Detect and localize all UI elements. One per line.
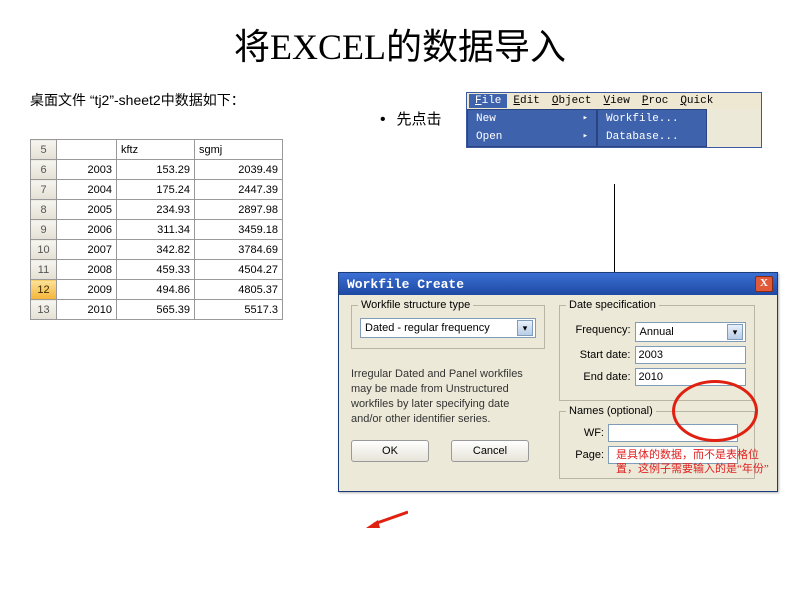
menu-item-open[interactable]: Open▸ xyxy=(468,128,596,146)
row-hdr: 8 xyxy=(31,200,57,220)
cell: 2010 xyxy=(57,300,117,320)
row-hdr: 7 xyxy=(31,180,57,200)
cell: 494.86 xyxy=(117,280,195,300)
ok-button[interactable]: OK xyxy=(351,440,429,462)
menu-item-database[interactable]: Database... xyxy=(598,128,706,146)
menu-item-new[interactable]: New▸ xyxy=(468,110,596,128)
left-column: 桌面文件 “tj2”-sheet2中数据如下： 5 kftz sgmj 6200… xyxy=(30,90,330,320)
close-button[interactable]: X xyxy=(755,276,773,292)
connector-line xyxy=(614,184,615,272)
cell xyxy=(57,140,117,160)
click-label: 先点击 xyxy=(396,111,441,128)
structure-legend: Workfile structure type xyxy=(358,299,473,311)
names-legend: Names (optional) xyxy=(566,405,656,417)
cell: 4504.27 xyxy=(195,260,283,280)
row-hdr: 10 xyxy=(31,240,57,260)
structure-value: Dated - regular frequency xyxy=(365,322,490,334)
menu-quick[interactable]: Quick xyxy=(674,94,719,108)
cell: 2006 xyxy=(57,220,117,240)
cell: 2004 xyxy=(57,180,117,200)
cell: 2008 xyxy=(57,260,117,280)
col-hdr-kftz: kftz xyxy=(117,140,195,160)
end-label: End date: xyxy=(568,371,631,383)
menu-item-workfile[interactable]: Workfile... xyxy=(598,110,706,128)
page-label: Page: xyxy=(568,449,604,461)
cell: 311.34 xyxy=(117,220,195,240)
submenu-right: Workfile... Database... xyxy=(597,109,707,147)
row-hdr: 9 xyxy=(31,220,57,240)
row-hdr: 13 xyxy=(31,300,57,320)
frequency-select[interactable]: Annual ▾ xyxy=(635,322,747,342)
chevron-down-icon: ▾ xyxy=(517,320,533,336)
menu-edit[interactable]: Edit xyxy=(507,94,545,108)
menu-object[interactable]: Object xyxy=(546,94,598,108)
dialog-titlebar: Workfile Create X xyxy=(339,273,777,295)
wf-input[interactable] xyxy=(608,424,738,442)
excel-table: 5 kftz sgmj 62003153.292039.49 72004175.… xyxy=(30,139,283,320)
structure-select[interactable]: Dated - regular frequency ▾ xyxy=(360,318,536,338)
cell: 342.82 xyxy=(117,240,195,260)
page-title: 将EXCEL的数据导入 xyxy=(0,0,800,70)
row-hdr: 5 xyxy=(31,140,57,160)
chevron-right-icon: ▸ xyxy=(583,131,588,143)
cell: 2009 xyxy=(57,280,117,300)
end-date-input[interactable]: 2010 xyxy=(635,368,747,386)
start-date-input[interactable]: 2003 xyxy=(635,346,747,364)
red-arrow-icon xyxy=(366,510,408,528)
menubar: File Edit Object View Proc Quick xyxy=(467,93,761,109)
cell: 2897.98 xyxy=(195,200,283,220)
row-hdr: 6 xyxy=(31,160,57,180)
submenu-left: New▸ Open▸ xyxy=(467,109,597,147)
wf-label: WF: xyxy=(568,427,604,439)
cell: 234.93 xyxy=(117,200,195,220)
right-column: • 先点击 xyxy=(380,108,441,129)
start-label: Start date: xyxy=(568,349,631,361)
row-hdr: 11 xyxy=(31,260,57,280)
cell: 565.39 xyxy=(117,300,195,320)
cancel-button[interactable]: Cancel xyxy=(451,440,529,462)
date-legend: Date specification xyxy=(566,299,659,311)
submenu: New▸ Open▸ Workfile... Database... xyxy=(467,109,761,147)
cell: 2005 xyxy=(57,200,117,220)
cell: 3784.69 xyxy=(195,240,283,260)
bullet-icon: • xyxy=(380,111,392,129)
chevron-right-icon: ▸ xyxy=(583,113,588,125)
frequency-value: Annual xyxy=(640,326,674,338)
chevron-down-icon: ▾ xyxy=(727,324,743,340)
cell: 3459.18 xyxy=(195,220,283,240)
menu-file[interactable]: File xyxy=(469,94,507,108)
menu-proc[interactable]: Proc xyxy=(636,94,674,108)
row-hdr-active: 12 xyxy=(31,280,57,300)
menu-screenshot: File Edit Object View Proc Quick New▸ Op… xyxy=(466,92,762,148)
cell: 175.24 xyxy=(117,180,195,200)
dialog-title: Workfile Create xyxy=(347,277,464,292)
cell: 153.29 xyxy=(117,160,195,180)
cell: 2007 xyxy=(57,240,117,260)
cell: 2039.49 xyxy=(195,160,283,180)
date-fieldset: Date specification Frequency: Annual ▾ S… xyxy=(559,305,755,401)
freq-label: Frequency: xyxy=(568,324,631,336)
hint-text: Irregular Dated and Panel workfiles may … xyxy=(351,367,535,426)
structure-fieldset: Workfile structure type Dated - regular … xyxy=(351,305,545,349)
menu-view[interactable]: View xyxy=(597,94,635,108)
cell: 5517.3 xyxy=(195,300,283,320)
cell: 2447.39 xyxy=(195,180,283,200)
red-annotation-text: 是具体的数据，而不是表格位置，这例子需要输入的是“年份” xyxy=(616,448,776,477)
subtitle: 桌面文件 “tj2”-sheet2中数据如下： xyxy=(30,90,330,111)
cell: 2003 xyxy=(57,160,117,180)
col-hdr-sgmj: sgmj xyxy=(195,140,283,160)
cell: 459.33 xyxy=(117,260,195,280)
cell: 4805.37 xyxy=(195,280,283,300)
